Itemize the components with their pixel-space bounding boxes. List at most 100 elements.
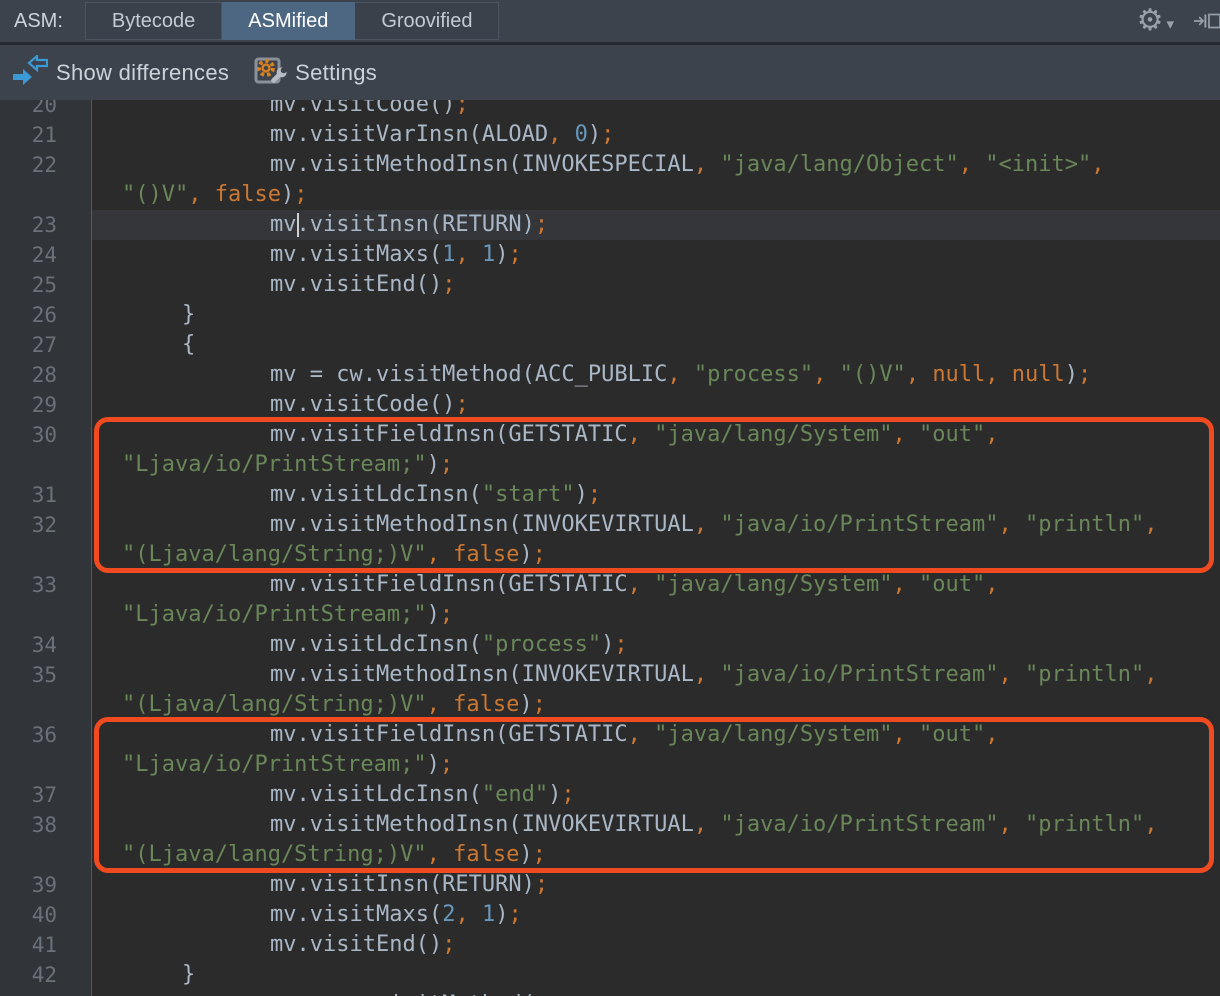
code-text: mv.visitLdcInsn("process"); (270, 630, 628, 660)
code-row[interactable]: 27 { (0, 330, 1220, 360)
settings-gear-icon (253, 53, 287, 93)
code-text: mv = cw.visitMethod(ACC_PUBLIC, "process… (270, 360, 1091, 390)
line-number: 35 (0, 660, 57, 690)
code-row[interactable]: 23 mv.visitInsn(RETURN); (0, 210, 1220, 240)
code-text: "Ljava/io/PrintStream;"); (122, 750, 453, 780)
show-differences-button[interactable]: Show differences (12, 55, 229, 91)
code-row[interactable]: mv = cw.visitMethod( (0, 990, 1220, 996)
line-number: 32 (0, 510, 57, 540)
line-number: 29 (0, 390, 57, 420)
line-number: 36 (0, 720, 57, 750)
code-text: mv.visitVarInsn(ALOAD, 0); (270, 120, 614, 150)
panel-title: ASM: (14, 10, 63, 33)
code-text: mv.visitFieldInsn(GETSTATIC, "java/lang/… (270, 570, 999, 600)
gear-icon[interactable]: ⚙ (1137, 0, 1164, 42)
settings-label: Settings (295, 60, 377, 86)
code-text: mv.visitMethodInsn(INVOKEVIRTUAL, "java/… (270, 660, 1157, 690)
hide-panel-icon[interactable] (1194, 0, 1220, 42)
code-text: mv.visitMethodInsn(INVOKESPECIAL, "java/… (270, 150, 1104, 180)
code-row[interactable]: "(Ljava/lang/String;)V", false); (0, 540, 1220, 570)
code-row[interactable]: "()V", false); (0, 180, 1220, 210)
text-caret (297, 213, 299, 237)
code-row[interactable]: 29 mv.visitCode(); (0, 390, 1220, 420)
chevron-down-icon[interactable]: ▾ (1166, 15, 1174, 33)
code-row[interactable]: "Ljava/io/PrintStream;"); (0, 450, 1220, 480)
tab-asmified[interactable]: ASMified (222, 2, 355, 40)
code-text: mv.visitFieldInsn(GETSTATIC, "java/lang/… (270, 720, 999, 750)
code-row[interactable]: 35 mv.visitMethodInsn(INVOKEVIRTUAL, "jav… (0, 660, 1220, 690)
line-number: 42 (0, 960, 57, 990)
code-row[interactable]: 30 mv.visitFieldInsn(GETSTATIC, "java/lan… (0, 420, 1220, 450)
code-row[interactable]: 25 mv.visitEnd(); (0, 270, 1220, 300)
code-text: mv.visitInsn(RETURN); (270, 870, 548, 900)
code-row[interactable]: 32 mv.visitMethodInsn(INVOKEVIRTUAL, "jav… (0, 510, 1220, 540)
code-row[interactable]: 36 mv.visitFieldInsn(GETSTATIC, "java/lan… (0, 720, 1220, 750)
code-text: "Ljava/io/PrintStream;"); (122, 450, 453, 480)
code-text: mv.visitEnd(); (270, 930, 455, 960)
code-text: } (182, 300, 195, 330)
code-row[interactable]: 26} (0, 300, 1220, 330)
settings-button[interactable]: Settings (253, 53, 377, 93)
code-row[interactable]: 28 mv = cw.visitMethod(ACC_PUBLIC, "proce… (0, 360, 1220, 390)
view-tabs: Bytecode ASMified Groovified (85, 2, 500, 40)
line-number: 38 (0, 810, 57, 840)
code-text: "(Ljava/lang/String;)V", false); (122, 690, 546, 720)
editor-toolbar: Show differences Settings (0, 45, 1220, 100)
line-number: 31 (0, 480, 57, 510)
line-number: 22 (0, 150, 57, 180)
code-row[interactable]: 33 mv.visitFieldInsn(GETSTATIC, "java/lan… (0, 570, 1220, 600)
code-row[interactable]: 41 mv.visitEnd(); (0, 930, 1220, 960)
tool-window-header: ASM: Bytecode ASMified Groovified ⚙ ▾ (0, 0, 1220, 45)
code-row[interactable]: 37mv.visitLdcInsn("end"); (0, 780, 1220, 810)
code-row[interactable]: 39 mv.visitInsn(RETURN); (0, 870, 1220, 900)
line-number: 33 (0, 570, 57, 600)
code-text: mv.visitMethodInsn(INVOKEVIRTUAL, "java/… (270, 510, 1157, 540)
diff-arrows-icon (12, 55, 48, 91)
code-text: "()V", false); (122, 180, 307, 210)
code-text: mv.visitEnd(); (270, 270, 455, 300)
code-text: { (182, 330, 195, 360)
line-number: 27 (0, 330, 57, 360)
code-text: mv = cw.visitMethod( (270, 990, 535, 996)
code-row[interactable]: 40mv.visitMaxs(2, 1); (0, 900, 1220, 930)
tab-bytecode[interactable]: Bytecode (85, 2, 222, 40)
code-row[interactable]: 21 mv.visitVarInsn(ALOAD, 0); (0, 120, 1220, 150)
tab-groovified[interactable]: Groovified (355, 2, 499, 40)
code-text: mv.visitCode(); (270, 390, 469, 420)
code-row[interactable]: 20 mv.visitCode(); (0, 100, 1220, 120)
code-text: mv.visitLdcInsn("start"); (270, 480, 601, 510)
code-text: mv.visitMaxs(2, 1); (270, 900, 522, 930)
line-number: 25 (0, 270, 57, 300)
code-row[interactable]: 22 mv.visitMethodInsn(INVOKESPECIAL, "jav… (0, 150, 1220, 180)
line-number: 21 (0, 120, 57, 150)
line-number: 41 (0, 930, 57, 960)
code-text: mv.visitCode(); (270, 100, 469, 120)
line-number: 39 (0, 870, 57, 900)
line-number: 37 (0, 780, 57, 810)
code-text: "Ljava/io/PrintStream;"); (122, 600, 453, 630)
code-text: mv.visitMaxs(1, 1); (270, 240, 522, 270)
code-row[interactable]: 34 mv.visitLdcInsn("process"); (0, 630, 1220, 660)
line-number: 30 (0, 420, 57, 450)
code-text: mv.visitInsn(RETURN); (270, 210, 548, 240)
line-number: 20 (0, 100, 57, 120)
code-text: "(Ljava/lang/String;)V", false); (122, 540, 546, 570)
code-text: mv.visitFieldInsn(GETSTATIC, "java/lang/… (270, 420, 999, 450)
code-text: } (182, 960, 195, 990)
code-row[interactable]: 31 mv.visitLdcInsn("start"); (0, 480, 1220, 510)
code-text: mv.visitMethodInsn(INVOKEVIRTUAL, "java/… (270, 810, 1157, 840)
code-row[interactable]: "(Ljava/lang/String;)V", false); (0, 690, 1220, 720)
line-number: 23 (0, 210, 57, 240)
line-number: 24 (0, 240, 57, 270)
code-row[interactable]: 42} (0, 960, 1220, 990)
code-row[interactable]: "Ljava/io/PrintStream;"); (0, 600, 1220, 630)
show-differences-label: Show differences (56, 60, 229, 86)
code-row[interactable]: 24 mv.visitMaxs(1, 1); (0, 240, 1220, 270)
code-row[interactable]: "Ljava/io/PrintStream;"); (0, 750, 1220, 780)
line-number: 26 (0, 300, 57, 330)
line-number: 28 (0, 360, 57, 390)
code-editor[interactable]: 20 mv.visitCode(); 21 mv.visitVarInsn(ALOAD… (0, 100, 1220, 996)
code-row[interactable]: "(Ljava/lang/String;)V", false); (0, 840, 1220, 870)
line-number: 34 (0, 630, 57, 660)
code-row[interactable]: 38 mv.visitMethodInsn(INVOKEVIRTUAL, "jav… (0, 810, 1220, 840)
